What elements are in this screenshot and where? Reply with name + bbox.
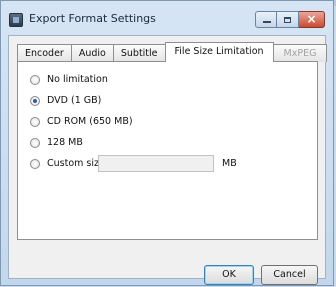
option-dvd[interactable]: DVD (1 GB) <box>30 95 101 106</box>
radio-cd-rom[interactable] <box>30 116 40 127</box>
title-bar[interactable]: Export Format Settings × <box>1 1 333 35</box>
option-128mb[interactable]: 128 MB <box>30 137 83 148</box>
tab-strip: Encoder Audio Subtitle File Size Limitat… <box>17 42 328 62</box>
app-window-icon <box>9 13 23 27</box>
dialog-client-area: Encoder Audio Subtitle File Size Limitat… <box>8 35 328 285</box>
ok-button[interactable]: OK <box>204 265 254 285</box>
radio-dvd[interactable] <box>30 95 40 106</box>
option-cd-rom[interactable]: CD ROM (650 MB) <box>30 116 133 127</box>
close-button[interactable]: × <box>299 11 325 28</box>
option-label: CD ROM (650 MB) <box>47 116 133 127</box>
option-label: No limitation <box>47 74 108 85</box>
tab-encoder[interactable]: Encoder <box>17 44 72 62</box>
close-icon: × <box>306 12 317 26</box>
radio-custom-size[interactable] <box>30 158 40 169</box>
tab-file-size-limitation[interactable]: File Size Limitation <box>164 42 274 62</box>
custom-size-input[interactable] <box>98 155 214 172</box>
option-label: 128 MB <box>47 137 83 148</box>
maximize-button[interactable] <box>277 11 299 28</box>
tab-mxpeg: MxPEG <box>272 44 328 62</box>
minimize-button[interactable] <box>255 11 277 28</box>
radio-128mb[interactable] <box>30 137 40 148</box>
option-label: DVD (1 GB) <box>47 95 102 106</box>
file-size-limitation-panel: No limitation DVD (1 GB) CD ROM (650 MB)… <box>17 61 318 240</box>
option-no-limitation[interactable]: No limitation <box>30 74 108 85</box>
window-title: Export Format Settings <box>29 12 156 25</box>
cancel-button[interactable]: Cancel <box>261 265 318 285</box>
minimize-icon <box>263 21 271 23</box>
maximize-icon <box>284 17 291 23</box>
export-format-settings-dialog: Export Format Settings × Encoder Audio S… <box>0 0 334 286</box>
custom-size-unit: MB <box>222 158 237 169</box>
tab-audio[interactable]: Audio <box>70 44 114 62</box>
tab-subtitle[interactable]: Subtitle <box>112 44 166 62</box>
caption-buttons: × <box>255 11 325 28</box>
option-custom-size[interactable]: Custom size: MB <box>30 155 237 172</box>
radio-no-limitation[interactable] <box>30 74 40 85</box>
